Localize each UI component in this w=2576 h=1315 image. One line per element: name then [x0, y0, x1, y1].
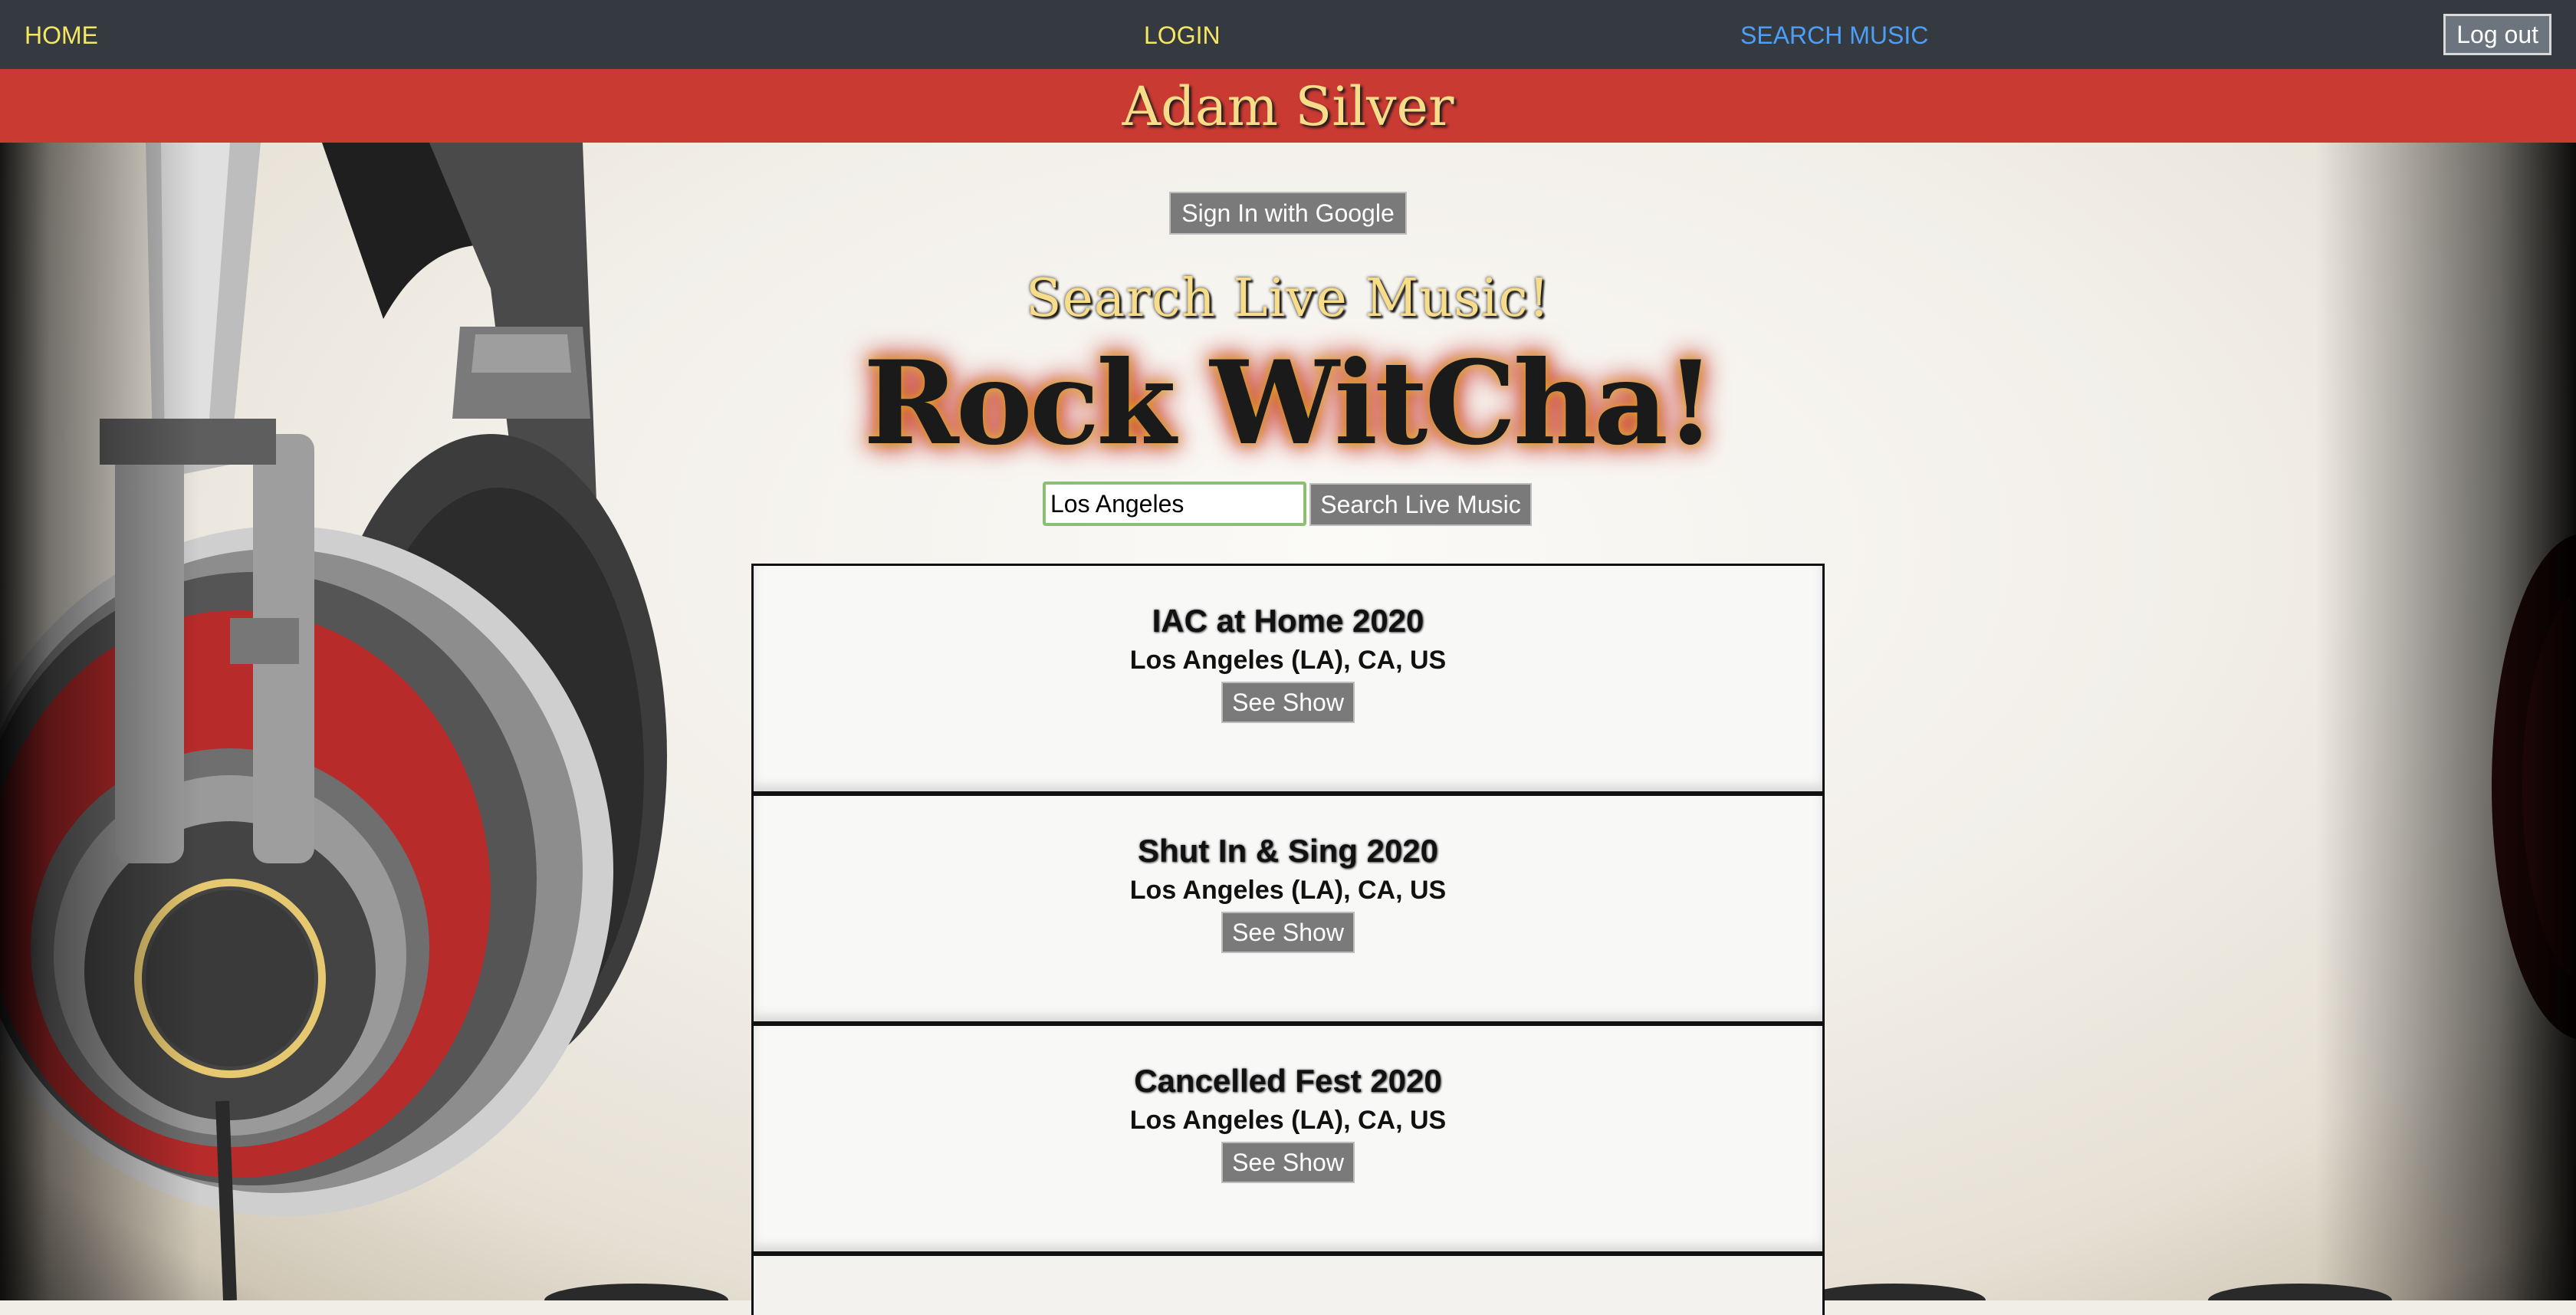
see-show-button[interactable]: See Show	[1221, 1142, 1355, 1183]
see-show-button[interactable]: See Show	[1221, 682, 1355, 723]
see-show-button[interactable]: See Show	[1221, 912, 1355, 953]
search-input[interactable]	[1043, 482, 1306, 526]
show-title: Cancelled Fest 2020	[1134, 1063, 1442, 1099]
result-card-partial	[751, 1254, 1825, 1315]
user-name: Adam Silver	[1122, 75, 1454, 138]
show-location: Los Angeles (LA), CA, US	[1129, 876, 1447, 905]
top-navbar: HOME LOGIN SEARCH MUSIC Log out	[0, 0, 2576, 69]
user-banner: Adam Silver	[0, 69, 2576, 143]
hero-title: Rock WitCha!	[863, 336, 1716, 471]
result-card: Cancelled Fest 2020 Los Angeles (LA), CA…	[751, 1024, 1825, 1254]
result-card: IAC at Home 2020 Los Angeles (LA), CA, U…	[751, 564, 1825, 794]
nav-search-music-link[interactable]: SEARCH MUSIC	[1740, 0, 1928, 69]
nav-home-link[interactable]: HOME	[25, 0, 98, 69]
show-title: IAC at Home 2020	[1152, 603, 1424, 639]
show-title: Shut In & Sing 2020	[1137, 833, 1439, 869]
show-location: Los Angeles (LA), CA, US	[1129, 1106, 1447, 1135]
nav-login-link[interactable]: LOGIN	[1144, 0, 1221, 69]
google-sign-in-button[interactable]: Sign In with Google	[1169, 192, 1407, 235]
results-list: IAC at Home 2020 Los Angeles (LA), CA, U…	[751, 564, 1825, 1315]
logout-button[interactable]: Log out	[2443, 14, 2551, 55]
hero-subtitle: Search Live Music!	[1025, 268, 1551, 329]
show-location: Los Angeles (LA), CA, US	[1129, 646, 1447, 675]
search-live-music-button[interactable]: Search Live Music	[1309, 483, 1532, 526]
result-card: Shut In & Sing 2020 Los Angeles (LA), CA…	[751, 794, 1825, 1024]
